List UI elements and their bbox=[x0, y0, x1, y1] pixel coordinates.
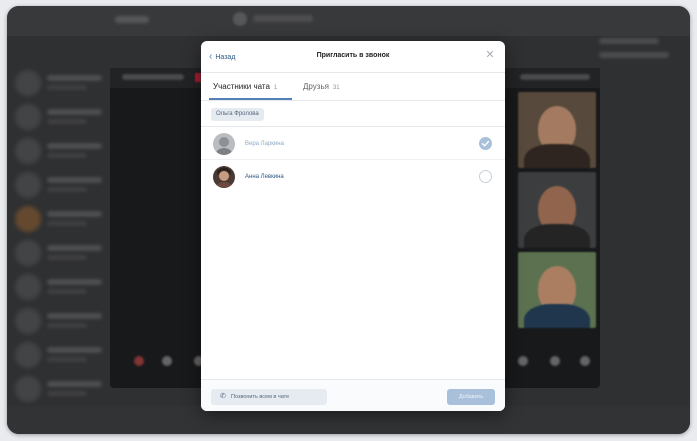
tab-chat-members[interactable]: Участники чата 1 bbox=[213, 82, 277, 91]
tab-label: Участники чата bbox=[213, 82, 270, 91]
checkbox-unchecked[interactable] bbox=[479, 170, 492, 183]
tab-label: Друзья bbox=[303, 82, 329, 91]
call-all-label: Позвонить всем в чате bbox=[231, 394, 290, 400]
dialog-footer: ✆ Позвонить всем в чате Добавить bbox=[201, 379, 505, 411]
invite-to-call-dialog: ‹ Назад Пригласить в звонок ✕ Участники … bbox=[201, 41, 505, 411]
avatar bbox=[213, 166, 235, 188]
close-icon[interactable]: ✕ bbox=[484, 49, 496, 61]
list-item[interactable]: Вера Ларкина bbox=[201, 128, 505, 160]
tab-count: 31 bbox=[332, 85, 340, 91]
tab-count: 1 bbox=[273, 85, 278, 91]
member-name: Вера Ларкина bbox=[245, 141, 284, 147]
check-icon bbox=[481, 140, 490, 147]
call-all-button[interactable]: ✆ Позвонить всем в чате bbox=[211, 389, 327, 405]
active-tab-indicator bbox=[209, 98, 292, 100]
phone-icon: ✆ bbox=[220, 393, 226, 400]
list-item[interactable]: Анна Левкина bbox=[201, 161, 505, 193]
add-button[interactable]: Добавить bbox=[447, 389, 495, 405]
checkbox-checked[interactable] bbox=[479, 137, 492, 150]
avatar bbox=[213, 133, 235, 155]
selected-user-chip[interactable]: Ольга Фролова bbox=[211, 108, 264, 121]
dialog-title: Пригласить в звонок bbox=[316, 52, 390, 59]
member-name: Анна Левкина bbox=[245, 174, 284, 180]
tab-friends[interactable]: Друзья 31 bbox=[303, 82, 340, 91]
app-window: ‹ Назад Пригласить в звонок ✕ Участники … bbox=[7, 6, 690, 434]
selected-users-bar: Ольга Фролова bbox=[201, 101, 505, 127]
dialog-tabs: Участники чата 1 Друзья 31 bbox=[201, 73, 505, 101]
dialog-header: ‹ Назад Пригласить в звонок ✕ bbox=[201, 41, 505, 73]
